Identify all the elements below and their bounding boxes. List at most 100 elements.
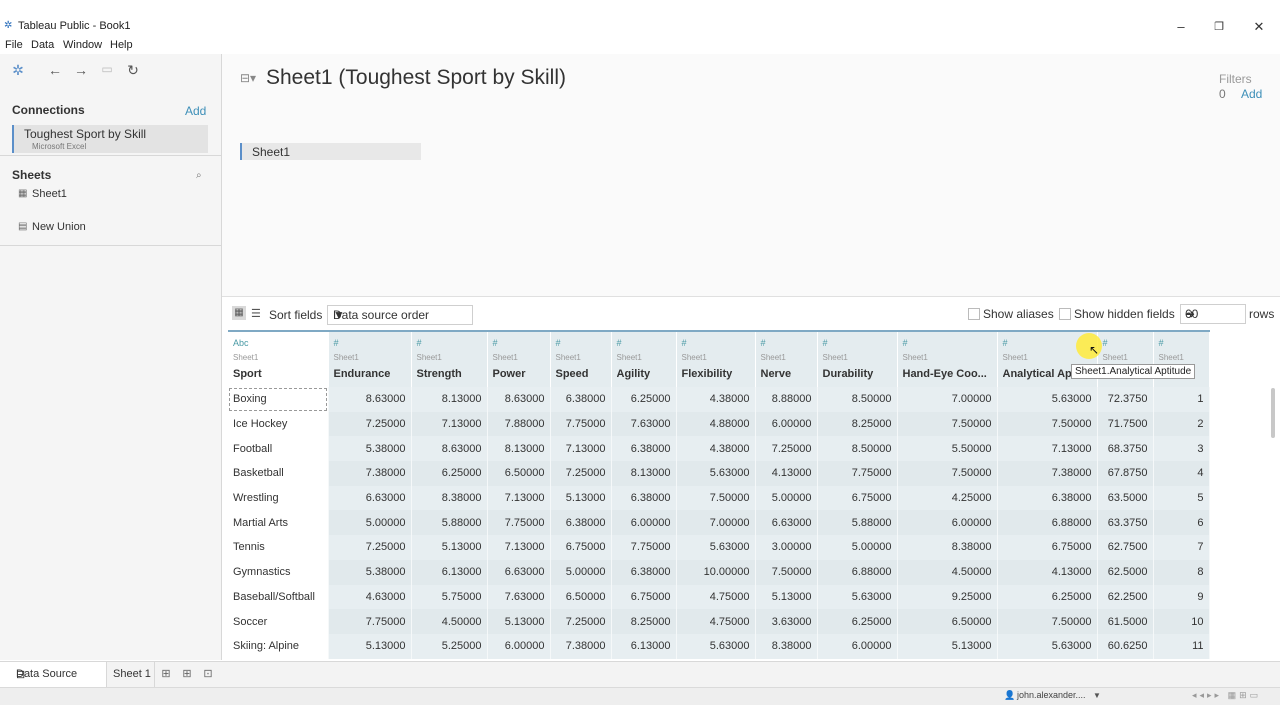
value-cell[interactable]: 8.38000 — [897, 535, 998, 560]
menu-window[interactable]: Window — [63, 39, 102, 51]
user-menu[interactable]: john.alexander.... — [1017, 690, 1086, 700]
sport-cell[interactable]: Baseball/Softball — [228, 584, 329, 610]
value-cell[interactable]: 7.50000 — [755, 559, 818, 585]
value-cell[interactable]: 8 — [1153, 559, 1210, 585]
value-cell[interactable]: 5.63000 — [676, 633, 756, 659]
value-cell[interactable]: 7.13000 — [997, 436, 1098, 462]
table-row[interactable]: Gymnastics 5.38000 6.13000 6.63000 5.00000 6.… — [228, 559, 1210, 585]
value-cell[interactable]: 7.00000 — [897, 387, 998, 412]
number-type-icon[interactable]: # — [761, 338, 813, 350]
value-cell[interactable]: 7.00000 — [676, 510, 756, 536]
number-type-icon[interactable]: # — [1103, 338, 1149, 350]
grid-view-icon[interactable]: ▦ — [232, 306, 246, 320]
new-union-item[interactable]: New Union — [32, 221, 86, 233]
table-row[interactable]: Football 5.38000 8.63000 8.13000 7.13000 6.38… — [228, 436, 1210, 462]
value-cell[interactable]: 7.25000 — [550, 609, 612, 634]
value-cell[interactable]: 8.88000 — [755, 387, 818, 412]
value-cell[interactable]: 7.38000 — [550, 633, 612, 659]
number-type-icon[interactable]: # — [493, 338, 546, 350]
column-name[interactable]: Speed — [556, 368, 607, 380]
value-cell[interactable]: 7.50000 — [997, 411, 1098, 437]
value-cell[interactable]: 62.7500 — [1097, 535, 1154, 560]
value-cell[interactable]: 8.38000 — [411, 485, 488, 511]
column-name[interactable]: Hand-Eye Coo... — [903, 368, 993, 380]
data-source-title[interactable]: Sheet1 (Toughest Sport by Skill) — [266, 66, 566, 90]
value-cell[interactable]: 5.00000 — [328, 510, 412, 536]
value-cell[interactable]: 5.63000 — [676, 461, 756, 486]
value-cell[interactable]: 6.75000 — [997, 535, 1098, 560]
column-name[interactable]: Flexibility — [682, 368, 751, 380]
table-row[interactable]: Martial Arts 5.00000 5.88000 7.75000 6.38000… — [228, 510, 1210, 536]
column-header[interactable]: # Sheet1 Speed — [550, 330, 612, 387]
value-cell[interactable]: 5.13000 — [550, 485, 612, 511]
number-type-icon[interactable]: # — [682, 338, 751, 350]
value-cell[interactable]: 9 — [1153, 584, 1210, 610]
number-type-icon[interactable]: # — [334, 338, 407, 350]
value-cell[interactable]: 5.50000 — [897, 436, 998, 462]
connection-item[interactable]: Toughest Sport by Skill Microsoft Excel — [12, 125, 208, 153]
value-cell[interactable]: 6.38000 — [611, 485, 677, 511]
value-cell[interactable]: 5.13000 — [897, 633, 998, 659]
value-cell[interactable]: 7 — [1153, 535, 1210, 560]
value-cell[interactable]: 7.38000 — [997, 461, 1098, 486]
list-view-icon[interactable]: ☰ — [251, 307, 261, 320]
value-cell[interactable]: 5.75000 — [411, 584, 488, 610]
sport-cell[interactable]: Football — [228, 436, 329, 462]
value-cell[interactable]: 8.50000 — [817, 436, 898, 462]
value-cell[interactable]: 4.75000 — [676, 609, 756, 634]
value-cell[interactable]: 6 — [1153, 510, 1210, 536]
value-cell[interactable]: 5.38000 — [328, 436, 412, 462]
value-cell[interactable]: 5.63000 — [817, 584, 898, 610]
value-cell[interactable]: 6.75000 — [611, 584, 677, 610]
value-cell[interactable]: 5.63000 — [676, 535, 756, 560]
value-cell[interactable]: 5.13000 — [411, 535, 488, 560]
add-connection-link[interactable]: Add — [185, 104, 206, 118]
value-cell[interactable]: 7.25000 — [550, 461, 612, 486]
column-name[interactable]: Durability — [823, 368, 893, 380]
value-cell[interactable]: 6.50000 — [550, 584, 612, 610]
value-cell[interactable]: 10.00000 — [676, 559, 756, 585]
table-row[interactable]: Basketball 7.38000 6.25000 6.50000 7.25000 8.… — [228, 461, 1210, 486]
table-row[interactable]: Skiing: Alpine 5.13000 5.25000 6.00000 7.380… — [228, 633, 1210, 659]
value-cell[interactable]: 11 — [1153, 633, 1210, 659]
value-cell[interactable]: 4.13000 — [997, 559, 1098, 585]
column-name[interactable]: Agility — [617, 368, 672, 380]
sport-cell[interactable]: Ice Hockey — [228, 411, 329, 437]
value-cell[interactable]: 4.50000 — [411, 609, 488, 634]
column-header[interactable]: # Sheet1 Nerve — [755, 330, 818, 387]
value-cell[interactable]: 7.25000 — [328, 411, 412, 437]
value-cell[interactable]: 3.00000 — [755, 535, 818, 560]
value-cell[interactable]: 3.63000 — [755, 609, 818, 634]
value-cell[interactable]: 4.88000 — [676, 411, 756, 437]
save-icon[interactable]: ▭ — [97, 62, 117, 76]
value-cell[interactable]: 6.25000 — [411, 461, 488, 486]
value-cell[interactable]: 8.25000 — [611, 609, 677, 634]
sort-fields-select[interactable]: Data source order ▼ — [327, 305, 473, 325]
sport-cell[interactable]: Wrestling — [228, 485, 329, 511]
value-cell[interactable]: 71.7500 — [1097, 411, 1154, 437]
value-cell[interactable]: 4.75000 — [676, 584, 756, 610]
value-cell[interactable]: 6.00000 — [817, 633, 898, 659]
value-cell[interactable]: 6.38000 — [611, 436, 677, 462]
value-cell[interactable]: 4.25000 — [897, 485, 998, 511]
menu-data[interactable]: Data — [31, 39, 54, 51]
value-cell[interactable]: 4.38000 — [676, 436, 756, 462]
value-cell[interactable]: 6.63000 — [755, 510, 818, 536]
sheet-item-sheet1[interactable]: Sheet1 — [32, 188, 67, 200]
value-cell[interactable]: 5.00000 — [550, 559, 612, 585]
column-header[interactable]: Abc Sheet1 Sport — [228, 330, 329, 387]
table-row[interactable]: Wrestling 6.63000 8.38000 7.13000 5.13000 6.3… — [228, 485, 1210, 511]
value-cell[interactable]: 62.2500 — [1097, 584, 1154, 610]
add-filter-link[interactable]: Add — [1241, 87, 1262, 101]
value-cell[interactable]: 63.3750 — [1097, 510, 1154, 536]
value-cell[interactable]: 8.63000 — [487, 387, 551, 412]
value-cell[interactable]: 6.38000 — [611, 559, 677, 585]
column-name[interactable]: Sport — [233, 368, 324, 380]
canvas-table-sheet1[interactable]: Sheet1 — [240, 143, 421, 160]
value-cell[interactable]: 7.50000 — [997, 609, 1098, 634]
value-cell[interactable]: 6.00000 — [897, 510, 998, 536]
tab-sheet1[interactable]: Sheet 1 — [106, 662, 155, 688]
value-cell[interactable]: 6.38000 — [550, 387, 612, 412]
tab-data-source[interactable]: ⊟ Data Source — [0, 662, 107, 688]
table-row[interactable]: Boxing 8.63000 8.13000 8.63000 6.38000 6.2500… — [228, 387, 1210, 412]
